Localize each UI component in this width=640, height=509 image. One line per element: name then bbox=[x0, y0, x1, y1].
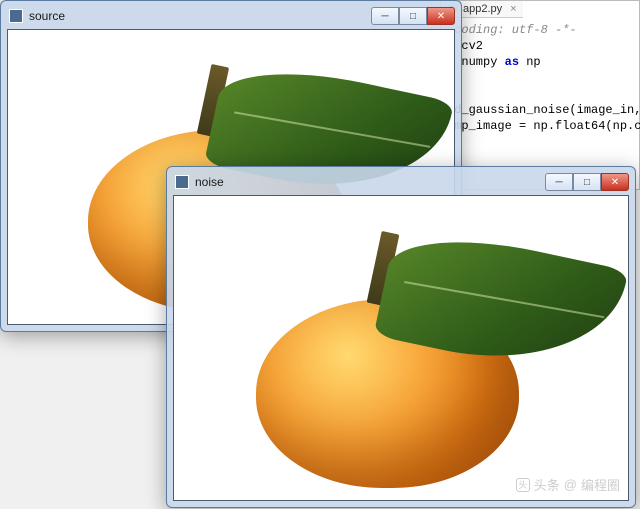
tab-close-icon[interactable]: × bbox=[510, 3, 516, 15]
close-icon: ✕ bbox=[611, 177, 619, 188]
app-icon bbox=[175, 175, 189, 189]
close-button[interactable]: ✕ bbox=[427, 7, 455, 25]
code-line: emp_image = np.float64(np.copy( bbox=[447, 119, 640, 133]
code-keyword-as: as bbox=[505, 55, 519, 69]
titlebar[interactable]: source ─ □ ✕ bbox=[7, 7, 455, 29]
watermark: 头 头条 @ 编程圈 bbox=[516, 475, 620, 494]
maximize-button[interactable]: □ bbox=[573, 173, 601, 191]
code-area[interactable]: coding: utf-8 -*- t cv2 t numpy as np ld… bbox=[441, 18, 639, 138]
watermark-author: 编程圈 bbox=[581, 475, 620, 494]
window-title: source bbox=[29, 9, 371, 23]
window-buttons: ─ □ ✕ bbox=[371, 7, 455, 25]
window-title: noise bbox=[195, 175, 545, 189]
maximize-icon: □ bbox=[410, 11, 416, 22]
image-viewport-noise: 头 头条 @ 编程圈 bbox=[173, 195, 629, 501]
code-alias: np bbox=[519, 55, 541, 69]
code-editor-panel: app2.py × coding: utf-8 -*- t cv2 t nump… bbox=[440, 0, 640, 190]
minimize-button[interactable]: ─ bbox=[545, 173, 573, 191]
titlebar[interactable]: noise ─ □ ✕ bbox=[173, 173, 629, 195]
close-icon: ✕ bbox=[437, 11, 445, 22]
watermark-at: @ bbox=[564, 477, 577, 492]
watermark-prefix: 头条 bbox=[534, 475, 560, 494]
window-buttons: ─ □ ✕ bbox=[545, 173, 629, 191]
code-line: ld_gaussian_noise(image_in, noi bbox=[447, 103, 640, 117]
maximize-button[interactable]: □ bbox=[399, 7, 427, 25]
minimize-button[interactable]: ─ bbox=[371, 7, 399, 25]
editor-tab-label: app2.py bbox=[463, 3, 502, 15]
close-button[interactable]: ✕ bbox=[601, 173, 629, 191]
window-noise[interactable]: noise ─ □ ✕ 头 头条 @ 编程圈 bbox=[166, 166, 636, 508]
minimize-icon: ─ bbox=[381, 11, 388, 22]
watermark-icon: 头 bbox=[516, 478, 530, 492]
maximize-icon: □ bbox=[584, 177, 590, 188]
app-icon bbox=[9, 9, 23, 23]
noise-image: 头 头条 @ 编程圈 bbox=[174, 196, 628, 500]
minimize-icon: ─ bbox=[555, 177, 562, 188]
code-comment: coding: utf-8 -*- bbox=[447, 23, 577, 37]
